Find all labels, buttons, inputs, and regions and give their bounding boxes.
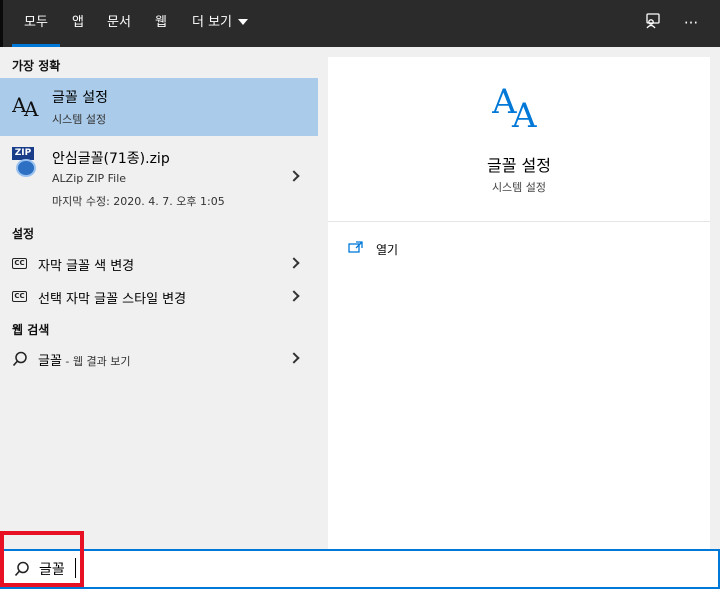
file-modified: 마지막 수정: 2020. 4. 7. 오후 1:05: [52, 195, 225, 208]
cc-icon: CC: [12, 258, 27, 269]
font-settings-icon: A A: [12, 93, 39, 118]
best-match-subtitle: 시스템 설정: [52, 113, 107, 126]
cc-icon: CC: [12, 291, 27, 302]
svg-text:A: A: [23, 97, 39, 118]
settings-item-caption-color[interactable]: CC 자막 글꼴 색 변경: [0, 248, 318, 278]
best-match-row[interactable]: A A 글꼴 설정 시스템 설정: [0, 78, 318, 136]
preview-divider: [328, 221, 710, 222]
tab-apps[interactable]: 앱: [72, 0, 84, 47]
best-match-title: 글꼴 설정: [52, 90, 108, 106]
section-web-search: 웹 검색: [12, 323, 50, 337]
preview-title: 글꼴 설정: [487, 156, 551, 175]
search-input[interactable]: 글꼴: [39, 559, 65, 579]
web-query-text: 글꼴: [38, 354, 62, 369]
tab-more[interactable]: 더 보기: [192, 0, 249, 47]
settings-item-caption-style[interactable]: CC 선택 자막 글꼴 스타일 변경: [0, 281, 318, 311]
preview-panel: A A 글꼴 설정 시스템 설정 열기: [328, 57, 710, 552]
chevron-right-icon[interactable]: [288, 290, 300, 302]
svg-text:A: A: [511, 96, 537, 131]
feedback-icon-glyph: [646, 13, 660, 29]
window-edge: [0, 0, 3, 47]
web-search-row[interactable]: 글꼴 - 웹 결과 보기: [0, 343, 318, 373]
tab-more-label: 더 보기: [192, 15, 233, 30]
chevron-down-icon: [238, 18, 249, 25]
tab-web[interactable]: 웹: [155, 0, 167, 47]
feedback-icon[interactable]: [642, 12, 664, 34]
section-settings: 설정: [12, 227, 35, 241]
more-options-icon[interactable]: ···: [680, 12, 702, 34]
search-icon: [12, 351, 27, 367]
preview-subtitle: 시스템 설정: [491, 181, 547, 194]
file-name: 안심글꼴(71종).zip: [52, 151, 170, 167]
results-panel: 가장 정확 A A 글꼴 설정 시스템 설정 ZIP 안심글꼴(71종).zip…: [0, 47, 318, 552]
open-action-label: 열기: [376, 243, 399, 257]
zip-globe: [16, 159, 36, 177]
font-settings-large-icon: A A: [492, 82, 537, 131]
chevron-right-icon[interactable]: [288, 170, 300, 182]
web-search-query: 글꼴 - 웹 결과 보기: [38, 350, 130, 369]
chevron-right-icon[interactable]: [288, 257, 300, 269]
web-query-suffix: - 웹 결과 보기: [61, 355, 131, 368]
settings-item-label: 자막 글꼴 색 변경: [38, 259, 135, 274]
file-type: ALZip ZIP File: [52, 172, 127, 185]
section-best-match: 가장 정확: [12, 59, 61, 73]
chevron-right-icon[interactable]: [288, 352, 300, 364]
settings-item-label: 선택 자막 글꼴 스타일 변경: [38, 292, 187, 307]
search-scope-bar: 모두 앱 문서 웹 더 보기 ···: [0, 0, 720, 47]
zip-badge: ZIP: [12, 147, 34, 160]
search-box[interactable]: 글꼴: [0, 549, 720, 589]
open-icon: [348, 241, 363, 253]
search-icon: [14, 561, 29, 577]
tab-documents[interactable]: 문서: [107, 0, 131, 47]
tab-all[interactable]: 모두: [12, 0, 60, 47]
text-caret: [75, 558, 76, 578]
file-result-row[interactable]: ZIP 안심글꼴(71종).zip ALZip ZIP File 마지막 수정:…: [0, 139, 318, 211]
zip-file-icon: ZIP: [12, 147, 38, 177]
